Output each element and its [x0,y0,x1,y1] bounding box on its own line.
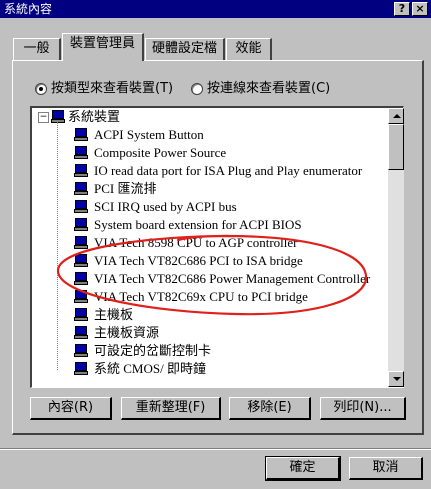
separator [0,448,431,450]
tab-performance[interactable]: 效能 [226,38,272,60]
print-button[interactable]: 列印(N)... [320,397,406,420]
tree-item[interactable]: ACPI System Button [94,126,204,144]
monitor-icon [74,362,88,375]
monitor-icon [74,218,88,231]
monitor-icon [51,110,65,123]
help-button[interactable]: ? [394,2,410,16]
monitor-icon [74,146,88,159]
tree-item[interactable]: VIA Tech VT82C686 Power Management Contr… [94,270,370,288]
refresh-button[interactable]: 重新整理(F) [121,397,221,420]
monitor-icon [74,182,88,195]
monitor-icon [74,164,88,177]
tree-item[interactable]: VIA Tech VT82C686 PCI to ISA bridge [94,252,303,270]
arrow-up-icon [393,114,401,118]
view-by-connection-label[interactable]: 按連線來查看裝置(C) [207,80,330,98]
radio-selected-dot [39,87,43,91]
tree-item[interactable]: System board extension for ACPI BIOS [94,216,302,234]
tree-item[interactable]: 主機板資源 [94,324,159,342]
tab-hardware-profiles[interactable]: 硬體設定檔 [145,38,225,60]
tree-item[interactable]: 主機板 [94,306,133,324]
tree-expander[interactable]: − [38,112,49,123]
tab-device-manager[interactable]: 裝置管理員 [62,33,144,61]
device-tree[interactable]: − 系統裝置 ACPI System Button Composite Power… [30,106,404,388]
tree-item[interactable]: IO read data port for ISA Plug and Play … [94,162,362,180]
view-by-type-radio[interactable] [35,83,47,95]
view-by-type-label[interactable]: 按類型來查看裝置(T) [51,80,173,98]
tree-root-label[interactable]: 系統裝置 [68,108,120,126]
tree-item[interactable]: VIA Tech 8598 CPU to AGP controller [94,234,297,252]
tree-item[interactable]: VIA Tech VT82C69x CPU to PCI bridge [94,288,308,306]
monitor-icon [74,254,88,267]
tree-item[interactable]: PCI 匯流排 [94,180,156,198]
window-title: 系統內容 [4,2,53,16]
monitor-icon [74,236,88,249]
vertical-scrollbar[interactable] [388,108,404,387]
cancel-button[interactable]: 取消 [349,457,423,480]
title-bar[interactable]: 系統內容 ? × [0,0,431,18]
tree-item[interactable]: SCI IRQ used by ACPI bus [94,198,237,216]
tree-connector-line [57,122,58,370]
scroll-down-button[interactable] [388,371,404,387]
tree-item[interactable]: Composite Power Source [94,144,226,162]
monitor-icon [74,272,88,285]
scroll-up-button[interactable] [388,108,404,124]
scroll-thumb[interactable] [388,124,404,170]
tab-general[interactable]: 一般 [13,38,61,60]
arrow-down-icon [393,377,401,381]
close-button[interactable]: × [412,2,428,16]
monitor-icon [74,200,88,213]
properties-button[interactable]: 內容(R) [30,397,112,420]
tree-item[interactable]: 可設定的岔斷控制卡 [94,342,211,360]
tree-item[interactable]: 系統 CMOS/ 即時鐘 [94,360,206,378]
view-by-connection-radio[interactable] [191,83,203,95]
monitor-icon [74,128,88,141]
system-properties-window: 系統內容 ? × 一般 裝置管理員 硬體設定檔 效能 按類型來查看裝置(T) 按… [0,0,431,489]
remove-button[interactable]: 移除(E) [229,397,311,420]
ok-button[interactable]: 確定 [265,456,341,481]
monitor-icon [74,326,88,339]
monitor-icon [74,308,88,321]
monitor-icon [74,290,88,303]
monitor-icon [74,344,88,357]
